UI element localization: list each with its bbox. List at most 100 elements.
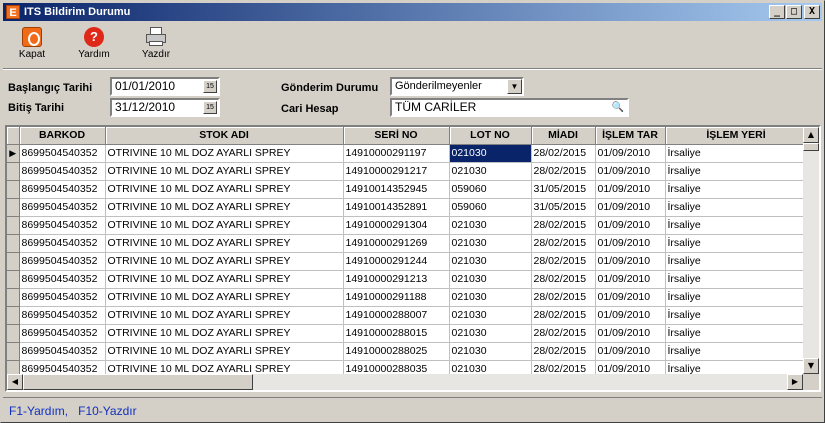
table-cell[interactable]: OTRIVINE 10 ML DOZ AYARLI SPREY xyxy=(105,306,344,325)
calendar-icon[interactable]: 15 xyxy=(203,80,217,93)
scroll-left-button[interactable]: ◀ xyxy=(7,374,23,390)
current-row-indicator-icon[interactable]: ▶ xyxy=(7,144,20,163)
table-cell[interactable]: 8699504540352 xyxy=(19,180,106,199)
table-cell[interactable]: İrsaliye xyxy=(665,288,808,307)
table-cell[interactable]: İrsaliye xyxy=(665,216,808,235)
table-row[interactable]: 8699504540352 OTRIVINE 10 ML DOZ AYARLI S… xyxy=(7,306,808,325)
scroll-right-button[interactable]: ▶ xyxy=(787,374,803,390)
row-indicator[interactable] xyxy=(7,162,20,181)
table-row[interactable]: 8699504540352 OTRIVINE 10 ML DOZ AYARLI S… xyxy=(7,288,808,307)
table-cell[interactable]: 8699504540352 xyxy=(19,198,106,217)
table-cell[interactable]: 021030 xyxy=(449,144,532,163)
row-indicator[interactable] xyxy=(7,324,20,343)
table-cell[interactable]: İrsaliye xyxy=(665,234,808,253)
table-cell[interactable]: 01/09/2010 xyxy=(595,324,666,343)
table-cell[interactable]: 021030 xyxy=(449,234,532,253)
table-cell[interactable]: OTRIVINE 10 ML DOZ AYARLI SPREY xyxy=(105,342,344,361)
column-header[interactable]: İŞLEM TAR xyxy=(595,127,666,145)
table-cell[interactable]: 01/09/2010 xyxy=(595,288,666,307)
table-cell[interactable]: OTRIVINE 10 ML DOZ AYARLI SPREY xyxy=(105,288,344,307)
table-cell[interactable]: OTRIVINE 10 ML DOZ AYARLI SPREY xyxy=(105,144,344,163)
table-cell[interactable]: 8699504540352 xyxy=(19,252,106,271)
column-header[interactable]: LOT NO xyxy=(449,127,532,145)
vertical-scroll-thumb[interactable] xyxy=(803,143,819,151)
table-cell[interactable]: 021030 xyxy=(449,324,532,343)
table-cell[interactable]: OTRIVINE 10 ML DOZ AYARLI SPREY xyxy=(105,252,344,271)
table-row[interactable]: 8699504540352 OTRIVINE 10 ML DOZ AYARLI S… xyxy=(7,324,808,343)
table-cell[interactable]: 021030 xyxy=(449,216,532,235)
minimize-button[interactable]: _ xyxy=(769,5,785,19)
table-cell[interactable]: 28/02/2015 xyxy=(531,288,596,307)
table-cell[interactable]: 01/09/2010 xyxy=(595,234,666,253)
bitis-date-field[interactable]: 31/12/2010 15 xyxy=(110,98,220,117)
vertical-scrollbar[interactable]: ▲ ▼ xyxy=(803,127,819,374)
table-cell[interactable]: 8699504540352 xyxy=(19,306,106,325)
table-cell[interactable]: 28/02/2015 xyxy=(531,270,596,289)
table-cell[interactable]: İrsaliye xyxy=(665,198,808,217)
table-cell[interactable]: 14910000291213 xyxy=(343,270,450,289)
row-indicator[interactable] xyxy=(7,198,20,217)
table-cell[interactable]: 8699504540352 xyxy=(19,144,106,163)
table-cell[interactable]: 14910000291197 xyxy=(343,144,450,163)
table-cell[interactable]: 28/02/2015 xyxy=(531,252,596,271)
table-cell[interactable]: 8699504540352 xyxy=(19,342,106,361)
table-cell[interactable]: 01/09/2010 xyxy=(595,270,666,289)
table-cell[interactable]: 14910000291269 xyxy=(343,234,450,253)
maximize-button[interactable]: □ xyxy=(786,5,802,19)
table-cell[interactable]: 14910014352891 xyxy=(343,198,450,217)
row-indicator[interactable] xyxy=(7,180,20,199)
table-cell[interactable]: 01/09/2010 xyxy=(595,216,666,235)
row-indicator[interactable] xyxy=(7,252,20,271)
column-header[interactable]: STOK ADI xyxy=(105,127,344,145)
table-cell[interactable]: 8699504540352 xyxy=(19,288,106,307)
table-cell[interactable]: 021030 xyxy=(449,270,532,289)
table-cell[interactable]: 021030 xyxy=(449,252,532,271)
row-indicator[interactable] xyxy=(7,234,20,253)
table-cell[interactable]: 021030 xyxy=(449,342,532,361)
table-cell[interactable]: 14910000288007 xyxy=(343,306,450,325)
table-cell[interactable]: 14910000288015 xyxy=(343,324,450,343)
table-cell[interactable]: OTRIVINE 10 ML DOZ AYARLI SPREY xyxy=(105,180,344,199)
table-cell[interactable]: İrsaliye xyxy=(665,270,808,289)
table-cell[interactable]: İrsaliye xyxy=(665,252,808,271)
table-cell[interactable]: 31/05/2015 xyxy=(531,180,596,199)
table-cell[interactable]: 28/02/2015 xyxy=(531,216,596,235)
table-cell[interactable]: 28/02/2015 xyxy=(531,324,596,343)
table-cell[interactable]: 059060 xyxy=(449,180,532,199)
table-cell[interactable]: 01/09/2010 xyxy=(595,180,666,199)
row-indicator[interactable] xyxy=(7,288,20,307)
yazdir-button[interactable]: Yazdır xyxy=(131,23,181,67)
table-cell[interactable]: 01/09/2010 xyxy=(595,342,666,361)
table-row[interactable]: 8699504540352 OTRIVINE 10 ML DOZ AYARLI S… xyxy=(7,252,808,271)
table-cell[interactable]: 021030 xyxy=(449,162,532,181)
table-cell[interactable]: 14910000288025 xyxy=(343,342,450,361)
table-cell[interactable]: 01/09/2010 xyxy=(595,162,666,181)
table-cell[interactable]: İrsaliye xyxy=(665,162,808,181)
kapat-button[interactable]: Kapat xyxy=(7,23,57,67)
table-cell[interactable]: 14910000291244 xyxy=(343,252,450,271)
table-cell[interactable]: 8699504540352 xyxy=(19,162,106,181)
table-cell[interactable]: İrsaliye xyxy=(665,144,808,163)
column-header[interactable]: BARKOD xyxy=(19,127,106,145)
row-indicator[interactable] xyxy=(7,306,20,325)
column-header[interactable]: SERİ NO xyxy=(343,127,450,145)
column-header[interactable]: MİADI xyxy=(531,127,596,145)
calendar-icon[interactable]: 15 xyxy=(203,101,217,114)
table-cell[interactable]: 14910000291188 xyxy=(343,288,450,307)
table-row[interactable]: 8699504540352 OTRIVINE 10 ML DOZ AYARLI S… xyxy=(7,180,808,199)
table-row[interactable]: 8699504540352 OTRIVINE 10 ML DOZ AYARLI S… xyxy=(7,198,808,217)
data-grid[interactable]: BARKOD STOK ADI SERİ NO LOT NO MİADI İŞLEM TA… xyxy=(5,125,821,392)
table-row[interactable]: 8699504540352 OTRIVINE 10 ML DOZ AYARLI S… xyxy=(7,162,808,181)
table-cell[interactable]: OTRIVINE 10 ML DOZ AYARLI SPREY xyxy=(105,162,344,181)
table-cell[interactable]: OTRIVINE 10 ML DOZ AYARLI SPREY xyxy=(105,270,344,289)
table-cell[interactable]: 14910014352945 xyxy=(343,180,450,199)
table-cell[interactable]: 8699504540352 xyxy=(19,216,106,235)
table-cell[interactable]: OTRIVINE 10 ML DOZ AYARLI SPREY xyxy=(105,324,344,343)
table-cell[interactable]: 14910000291217 xyxy=(343,162,450,181)
table-row[interactable]: 8699504540352 OTRIVINE 10 ML DOZ AYARLI S… xyxy=(7,270,808,289)
table-row[interactable]: 8699504540352 OTRIVINE 10 ML DOZ AYARLI S… xyxy=(7,342,808,361)
cari-hesap-field[interactable]: TÜM CARİLER 🔍 xyxy=(390,98,629,117)
table-cell[interactable]: 28/02/2015 xyxy=(531,162,596,181)
table-cell[interactable]: 01/09/2010 xyxy=(595,144,666,163)
scroll-down-button[interactable]: ▼ xyxy=(803,358,819,374)
